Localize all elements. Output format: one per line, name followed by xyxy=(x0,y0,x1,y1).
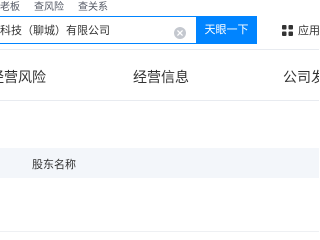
search-tab-risk[interactable]: 查风险 xyxy=(34,1,64,15)
grid-icon xyxy=(282,24,293,36)
tab-company-development[interactable]: 公司发展 xyxy=(283,67,319,87)
content-area xyxy=(0,101,319,148)
search-button[interactable]: 天眼一下 xyxy=(196,16,257,44)
search-input[interactable] xyxy=(0,17,170,43)
shareholder-table-header: 股东名称 xyxy=(0,148,319,178)
search-tab-boss[interactable]: 查老板 xyxy=(0,1,20,15)
tab-business-info[interactable]: 经营信息 xyxy=(133,67,189,87)
company-nav-tabs: 经营风险 经营信息 公司发展 xyxy=(0,50,319,101)
table-row-divider xyxy=(0,231,319,232)
search-type-tabs: 查老板 查风险 查关系 xyxy=(0,1,122,15)
page: 查老板 查风险 查关系 天眼一下 应用 经营风险 xyxy=(0,0,319,240)
tab-business-risk[interactable]: 经营风险 xyxy=(0,67,46,87)
search-tab-relation[interactable]: 查关系 xyxy=(78,1,108,15)
search-header: 查老板 查风险 查关系 天眼一下 应用 xyxy=(0,0,319,49)
apps-label: 应用 xyxy=(298,24,319,37)
column-header-shareholder-name: 股东名称 xyxy=(32,158,76,171)
apps-menu[interactable]: 应用 xyxy=(282,16,319,44)
search-box xyxy=(0,16,196,44)
clear-icon[interactable] xyxy=(174,24,186,39)
